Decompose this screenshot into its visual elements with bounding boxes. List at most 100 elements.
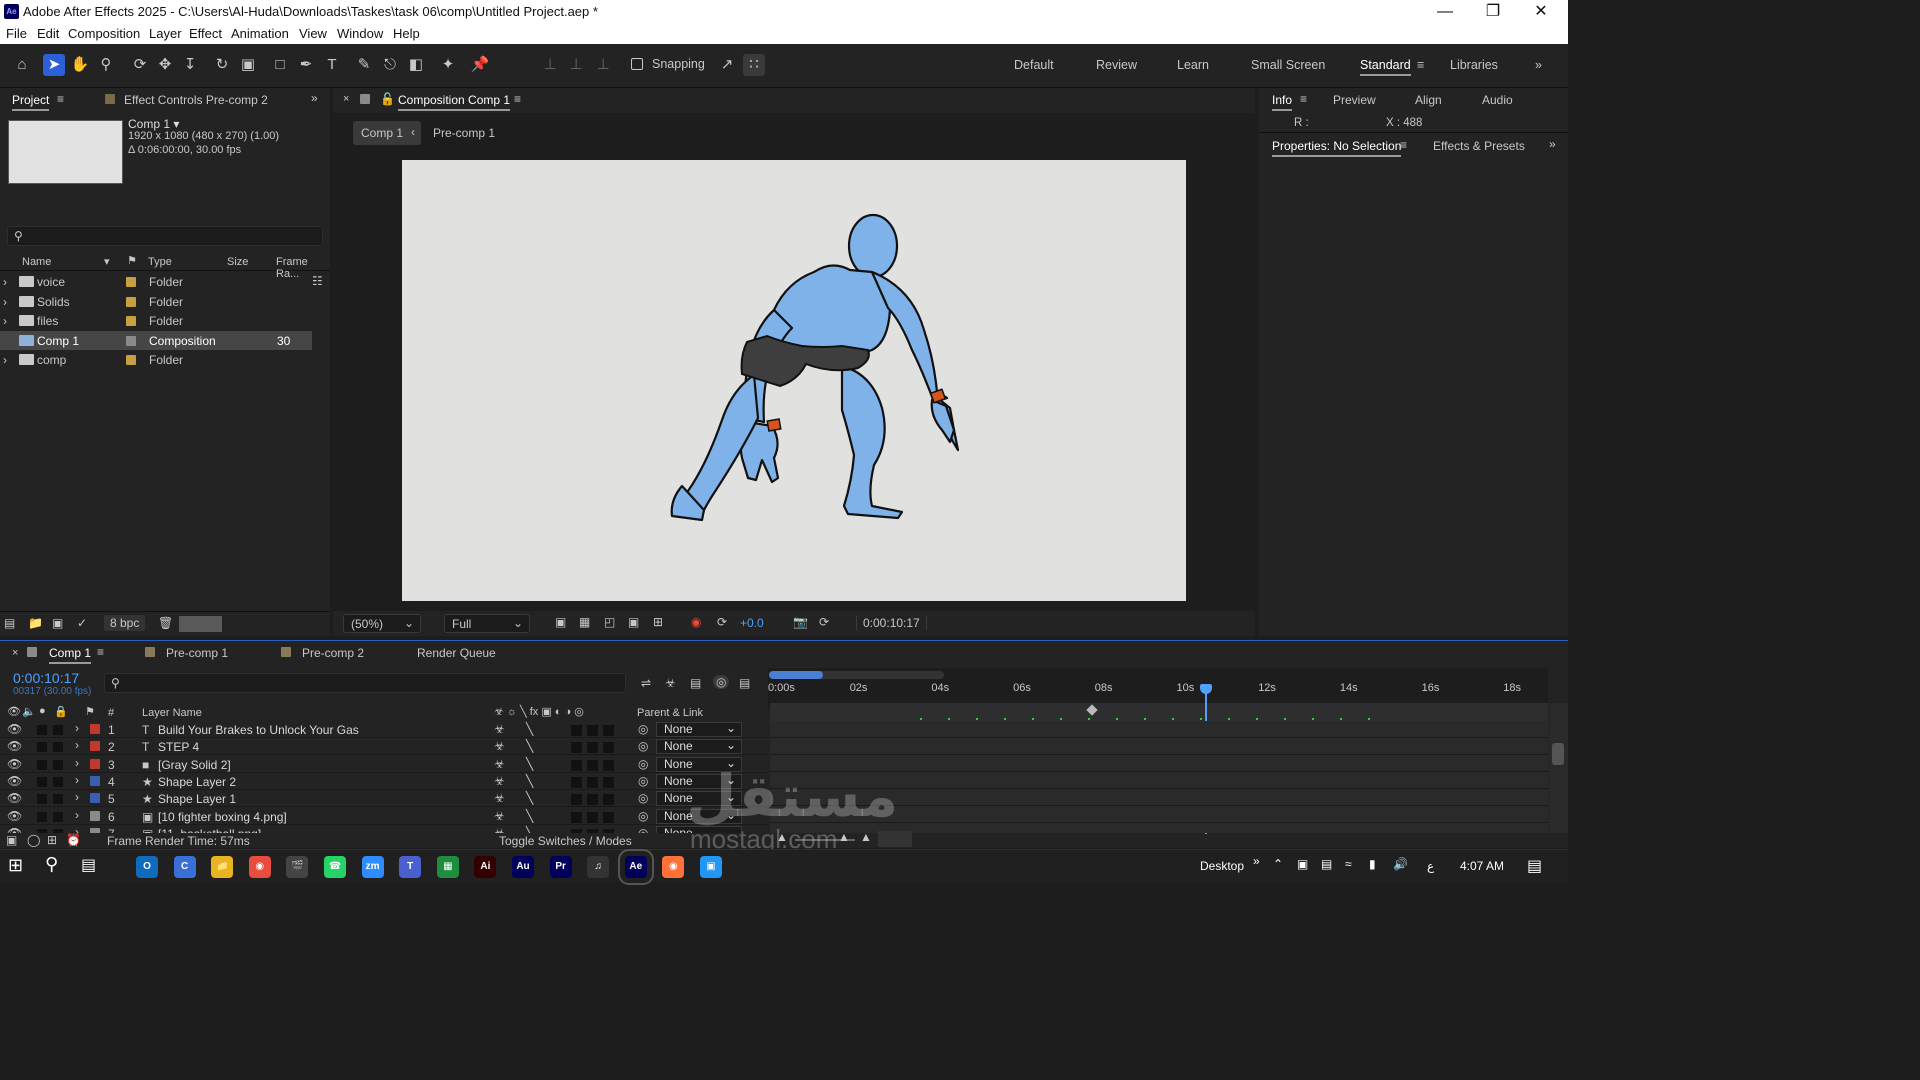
composition-flowchart-icon[interactable]: ⇌ — [641, 676, 651, 690]
expand-arrow-icon[interactable]: › — [3, 314, 7, 328]
breadcrumb-comp1[interactable]: Comp 1 ‹ — [353, 121, 421, 145]
restore-icon[interactable]: ❐ — [1470, 0, 1516, 24]
comp-timecode[interactable]: 0:00:10:17 — [856, 616, 927, 630]
switch-box[interactable] — [571, 776, 582, 788]
panel-menu-icon[interactable]: ≡ — [1400, 138, 1407, 152]
tab-properties[interactable]: Properties: No Selection — [1272, 139, 1402, 157]
project-item[interactable]: Comp 1 Composition 30 — [0, 330, 312, 350]
workspace-default[interactable]: Default — [1014, 58, 1054, 72]
tab-effect-controls[interactable]: Effect Controls Pre-comp 2 — [124, 93, 268, 107]
tray-overflow-icon[interactable]: ⌃ — [1273, 857, 1283, 871]
switch-box[interactable] — [603, 725, 614, 736]
switch-box[interactable] — [603, 776, 614, 788]
layer-name[interactable]: Shape Layer 1 — [158, 792, 236, 806]
scrollbar-thumb[interactable] — [1552, 743, 1564, 765]
snapping-checkbox[interactable] — [631, 58, 643, 70]
fast-previews-icon[interactable]: ▣ — [555, 615, 566, 629]
zoom-dropdown[interactable]: (50%) ⌄ — [343, 614, 421, 633]
menu-edit[interactable]: Edit — [37, 26, 59, 41]
solo-header-icon[interactable]: ● — [39, 705, 46, 717]
zoom-in-icon[interactable]: ▲ — [860, 830, 872, 844]
parent-dropdown[interactable]: None ⌄ — [656, 791, 742, 807]
menu-composition[interactable]: Composition — [68, 26, 140, 41]
layer-row[interactable]: 👁 › 1 T Build Your Brakes to Unlock Your Gas… — [0, 721, 768, 738]
puppet-pin-icon[interactable]: 📌 — [469, 54, 491, 76]
taskbar-app-au-icon[interactable]: Au — [512, 856, 534, 878]
work-area-range[interactable] — [769, 671, 823, 679]
timeline-search-input[interactable]: ⚲ — [104, 673, 626, 693]
layer-name[interactable]: Build Your Brakes to Unlock Your Gas — [158, 723, 359, 737]
taskbar-app-sheets-icon[interactable]: ▦ — [436, 856, 459, 878]
sort-icon[interactable]: ▾ — [104, 255, 110, 268]
expand-arrow-icon[interactable]: › — [75, 756, 79, 770]
toggle-switches-modes[interactable]: Toggle Switches / Modes — [499, 834, 632, 848]
type-tool-icon[interactable]: T — [321, 54, 343, 76]
tab-preview[interactable]: Preview — [1333, 93, 1376, 107]
search-icon[interactable]: ⚲ — [45, 854, 58, 875]
dolly-camera-icon[interactable]: ↧ — [179, 54, 201, 76]
anchor-point-tool-icon[interactable]: ▣ — [237, 54, 259, 76]
clone-stamp-icon[interactable]: ⎋ — [379, 54, 401, 76]
hand-tool-icon[interactable]: ✋ — [69, 54, 91, 76]
pick-whip-icon[interactable]: ◎ — [638, 757, 648, 771]
label-column-icon[interactable]: ⚑ — [127, 254, 137, 267]
guides-icon[interactable]: ⊞ — [653, 615, 663, 629]
quality-switch-icon[interactable]: ╲ — [526, 791, 533, 805]
lock-box[interactable] — [53, 742, 63, 753]
panel-menu-icon[interactable]: ≡ — [97, 645, 104, 659]
zoom-tool-icon[interactable]: ⚲ — [95, 54, 117, 76]
roto-brush-icon[interactable]: ✦ — [437, 54, 459, 76]
layer-name[interactable]: STEP 4 — [158, 740, 199, 754]
taskbar-app-ai-icon[interactable]: Ai — [474, 856, 497, 878]
close-icon[interactable]: ✕ — [1518, 0, 1564, 24]
menu-help[interactable]: Help — [393, 26, 420, 41]
label-swatch[interactable] — [90, 741, 100, 752]
snapshot-icon[interactable]: 📷 — [793, 615, 808, 629]
rotate-tool-icon[interactable]: ↻ — [211, 54, 233, 76]
pick-whip-icon[interactable]: ◎ — [638, 791, 648, 805]
expand-arrow-icon[interactable]: › — [75, 721, 79, 735]
visibility-eye-icon[interactable]: 👁 — [7, 757, 22, 771]
lock-box[interactable] — [53, 794, 63, 805]
language-indicator[interactable]: ع — [1427, 859, 1434, 873]
label-swatch[interactable] — [126, 296, 136, 307]
switch-box[interactable] — [571, 794, 582, 806]
zoom-out-icon[interactable]: ▲ — [776, 830, 788, 844]
snap-edges-icon[interactable]: ↗ — [716, 54, 738, 76]
visibility-eye-icon[interactable]: 👁 — [7, 774, 22, 788]
solo-box[interactable] — [37, 794, 47, 805]
brush-tool-icon[interactable]: ✎ — [353, 54, 375, 76]
volume-icon[interactable]: 🔊 — [1393, 857, 1408, 871]
layer-row[interactable]: 👁 › 3 ■ [Gray Solid 2] ☣ ╲ ◎ None ⌄ — [0, 756, 768, 773]
menu-effect[interactable]: Effect — [189, 26, 222, 41]
axis-view-icon[interactable]: ⊥ — [592, 54, 614, 76]
project-item[interactable]: › Solids Folder — [0, 292, 312, 311]
thumbnail-slider[interactable] — [179, 616, 222, 632]
layer-name[interactable]: [Gray Solid 2] — [158, 758, 231, 772]
solo-box[interactable] — [37, 725, 47, 735]
column-name[interactable]: Name — [22, 256, 51, 268]
panel-menu-icon[interactable]: ≡ — [514, 92, 521, 106]
pick-whip-icon[interactable]: ◎ — [638, 774, 648, 788]
quality-switch-icon[interactable]: ╲ — [526, 826, 533, 833]
exposure-value[interactable]: +0.0 — [740, 616, 764, 630]
region-of-interest-icon[interactable]: ▣ — [628, 615, 639, 629]
rectangle-tool-icon[interactable]: □ — [269, 54, 291, 76]
switch-box[interactable] — [587, 794, 598, 806]
tab-timeline-precomp1[interactable]: Pre-comp 1 — [166, 646, 228, 660]
collapse-switch-icon[interactable]: ☣ — [494, 722, 505, 736]
taskbar-app-teams-icon[interactable]: T — [399, 856, 422, 878]
collapse-switch-icon[interactable]: ☣ — [494, 739, 505, 753]
taskbar-app-audio-icon[interactable]: ♫ — [587, 856, 610, 878]
taskbar-app-clapper-icon[interactable]: 🎬 — [286, 856, 309, 878]
meet-icon[interactable]: ▣ — [1297, 857, 1308, 871]
parent-dropdown[interactable]: None ⌄ — [656, 825, 742, 833]
timeline-timecode[interactable]: 0:00:10:17 — [13, 670, 79, 686]
in-out-icon[interactable]: ⊞ — [47, 833, 57, 847]
expand-arrow-icon[interactable]: › — [3, 353, 7, 367]
pan-camera-icon[interactable]: ✥ — [154, 54, 176, 76]
transparency-grid-icon[interactable]: ▦ — [579, 615, 590, 629]
close-tab-icon[interactable]: × — [343, 93, 349, 105]
workspace-libraries[interactable]: Libraries — [1450, 58, 1498, 72]
parent-dropdown[interactable]: None ⌄ — [656, 722, 742, 737]
